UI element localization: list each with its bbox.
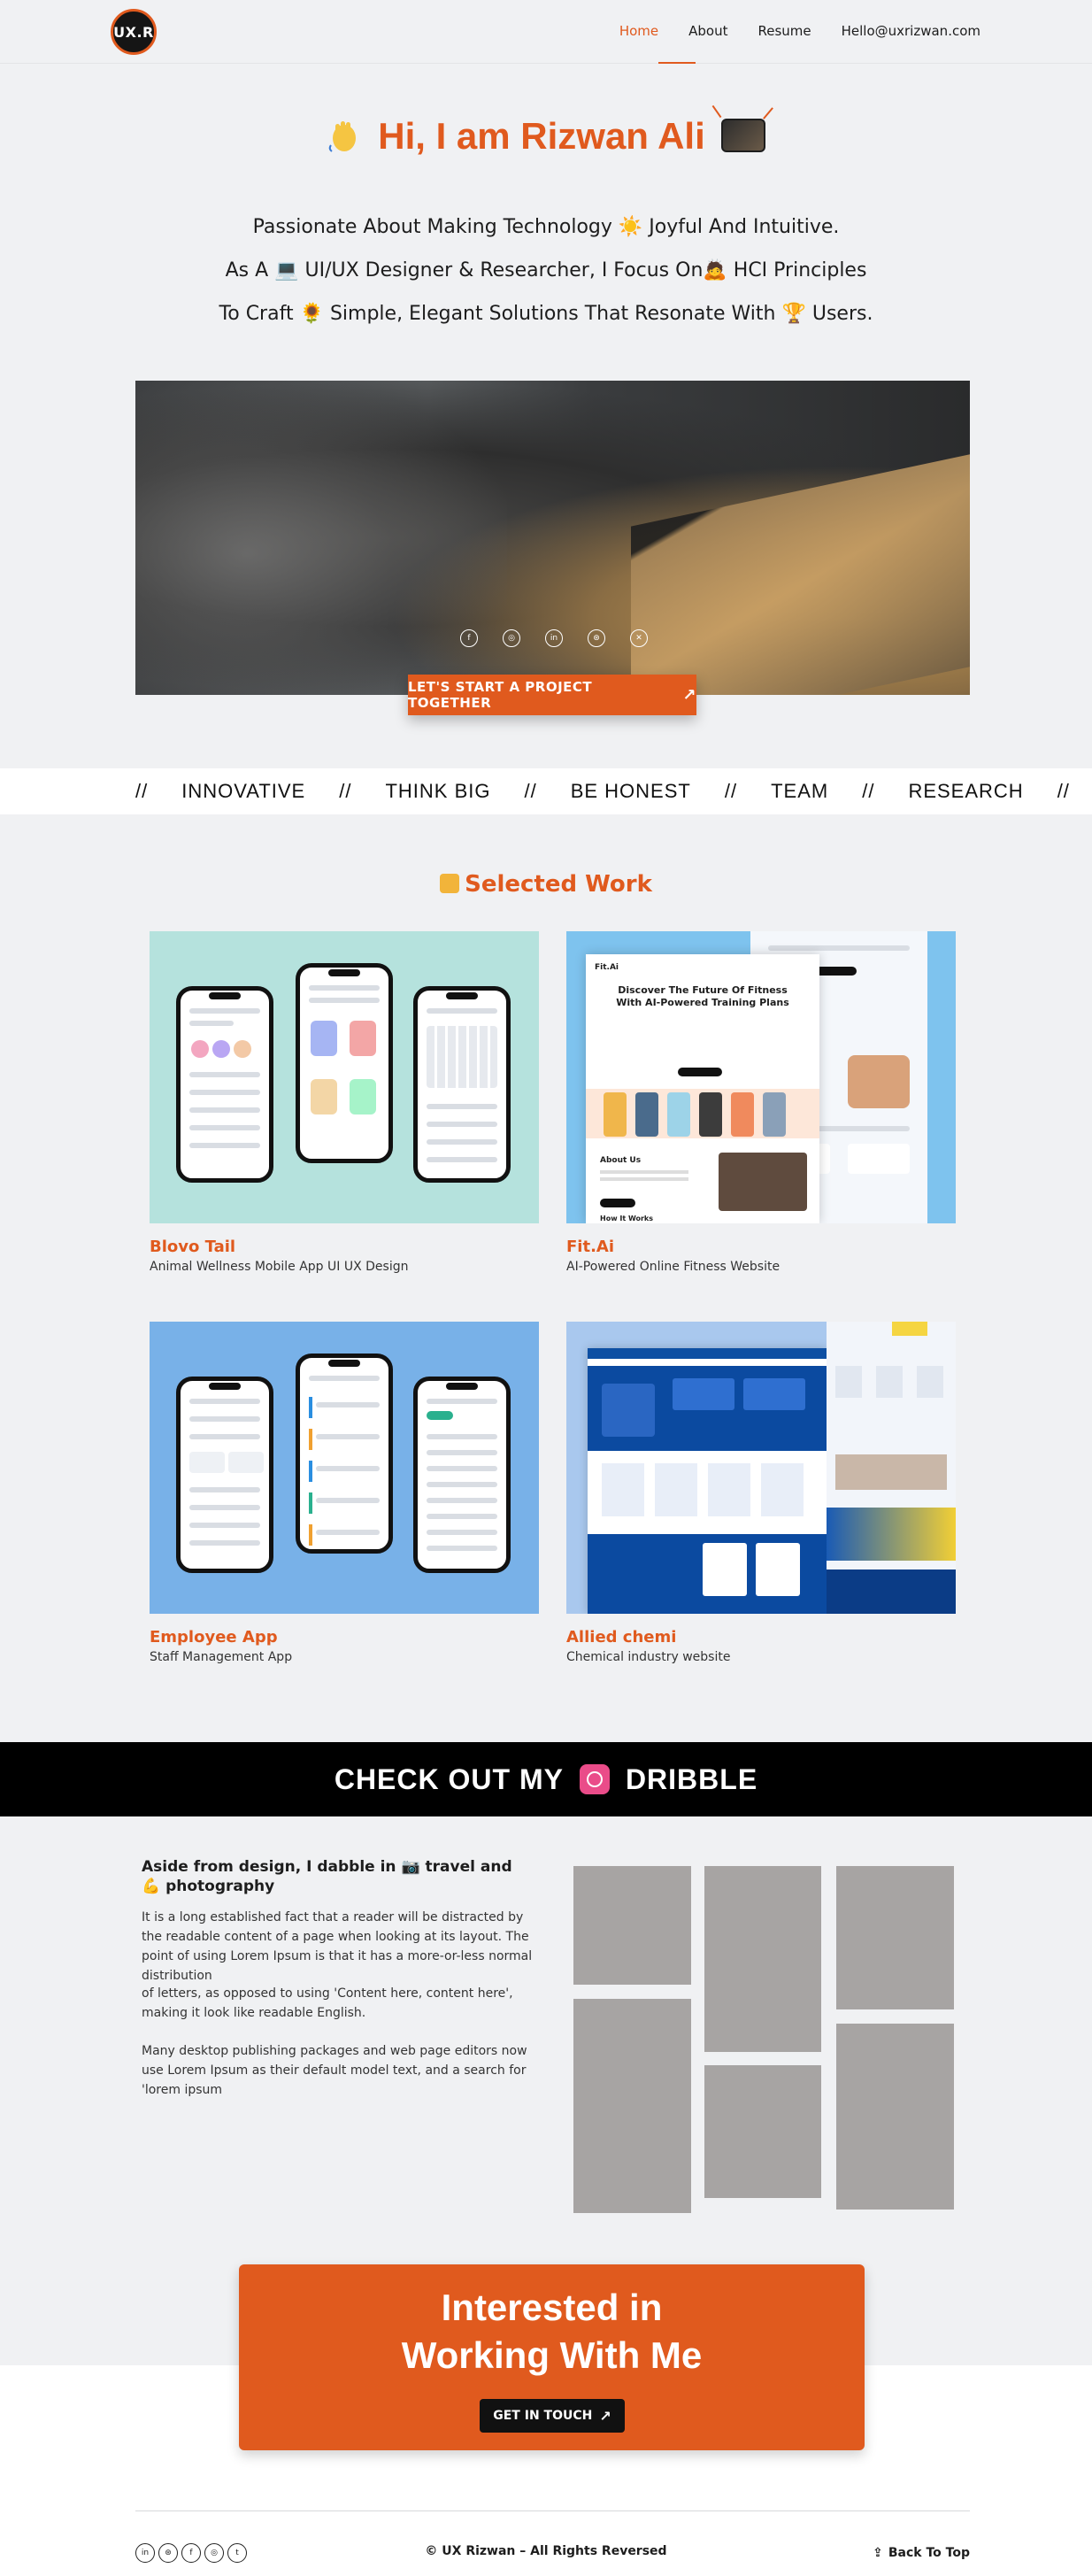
back-to-top-link[interactable]: ⇪ Back To Top (873, 2546, 970, 2560)
facebook-icon[interactable]: f (460, 629, 478, 647)
about-paragraph-2: of letters, as opposed to using 'Content… (142, 1986, 513, 2020)
cta-heading: Interested in Working With Me (239, 2284, 865, 2379)
about-heading: Aside from design, I dabble in 📷 travel … (142, 1858, 512, 1895)
project-card-allied[interactable]: Allied chemi Chemical industry website (566, 1322, 956, 1664)
project-image-allied (566, 1322, 956, 1614)
get-in-touch-label: GET IN TOUCH (493, 2409, 593, 2423)
project-title[interactable]: Fit.Ai (566, 1238, 956, 1256)
project-card-employee[interactable]: Employee App Staff Management App (150, 1322, 539, 1664)
hero-tagline-2: As A 💻 UI/UX Designer & Researcher, I Fo… (225, 259, 867, 282)
marquee-item: THINK BIG (385, 780, 491, 802)
nav-email[interactable]: Hello@uxrizwan.com (842, 23, 980, 39)
fitai-headline: Discover The Future Of Fitness With AI-P… (616, 984, 789, 1008)
gallery-photo[interactable] (704, 2065, 821, 2198)
fitai-about: About Us (600, 1156, 642, 1165)
marquee-separator: // (339, 780, 352, 802)
start-project-label: LET'S START A PROJECT TOGETHER (408, 679, 593, 711)
gallery-photo[interactable] (573, 1999, 691, 2213)
project-title[interactable]: Blovo Tail (150, 1238, 539, 1256)
values-marquee: // INNOVATIVE // THINK BIG // BE HONEST … (0, 768, 1092, 814)
project-image-employee (150, 1322, 539, 1614)
phone-mockup (296, 1354, 393, 1554)
back-to-top-label: Back To Top (888, 2546, 970, 2560)
marquee-separator: // (862, 780, 875, 802)
marquee-separator: // (1057, 780, 1070, 802)
gallery-photo[interactable] (836, 1866, 954, 2009)
project-image-fitai: Fit.Ai Discover The Future Of Fitness Wi… (566, 931, 956, 1223)
marquee-item: TEAM (771, 780, 829, 802)
linkedin-icon[interactable]: in (545, 629, 563, 647)
cta-heading-line2: Working With Me (401, 2334, 703, 2376)
marquee-separator: // (135, 780, 149, 802)
project-subtitle: Staff Management App (150, 1650, 293, 1664)
main-nav: Home About Resume Hello@uxrizwan.com (619, 23, 980, 39)
dribbble-banner-left: CHECK OUT MY (334, 1762, 564, 1795)
instagram-icon[interactable]: ◎ (503, 629, 520, 647)
website-mockup-back (827, 1322, 956, 1614)
phone-mockup (413, 986, 511, 1183)
selected-work-title: Selected Work (465, 871, 652, 898)
phone-mockup (296, 963, 393, 1163)
hero-image-person (135, 381, 507, 695)
photo-gallery (573, 1866, 954, 2213)
project-card-fitai[interactable]: Fit.Ai Discover The Future Of Fitness Wi… (566, 931, 956, 1274)
hero-tagline-1: Passionate About Making Technology ☀️ Jo… (252, 216, 840, 238)
hero-image-monitor (631, 447, 970, 695)
get-in-touch-button[interactable]: GET IN TOUCH ↗ (480, 2399, 625, 2433)
project-subtitle: Animal Wellness Mobile App UI UX Design (150, 1260, 409, 1274)
nav-resume[interactable]: Resume (757, 23, 811, 39)
dribbble-icon (579, 1764, 610, 1794)
project-subtitle: AI-Powered Online Fitness Website (566, 1260, 781, 1274)
start-project-button[interactable]: LET'S START A PROJECT TOGETHER ↗ (408, 675, 696, 715)
hero-title: Hi, I am Rizwan Ali (378, 115, 705, 157)
work-with-me-panel: Interested in Working With Me GET IN TOU… (239, 2264, 865, 2450)
avatar (711, 104, 773, 152)
nav-about[interactable]: About (688, 23, 727, 39)
dribbble-banner-right: DRIBBLE (625, 1762, 758, 1795)
cta-heading-line1: Interested in (441, 2287, 663, 2328)
x-icon[interactable]: ✕ (630, 629, 648, 647)
arrow-up-right-icon: ↗ (682, 685, 696, 705)
project-image-blovo (150, 931, 539, 1223)
hero-title-row: Hi, I am Rizwan Ali (0, 104, 1092, 158)
marquee-separator: // (524, 780, 537, 802)
marquee-item: RESEARCH (908, 780, 1024, 802)
about-paragraph-3: Many desktop publishing packages and web… (142, 2044, 527, 2097)
fitai-logo: Fit.Ai (595, 963, 619, 972)
gallery-photo[interactable] (573, 1866, 691, 1985)
nav-home[interactable]: Home (619, 23, 658, 39)
thumbs-down-icon (440, 874, 460, 893)
waving-hand-icon (328, 121, 357, 152)
dribbble-icon[interactable]: ⊛ (588, 629, 605, 647)
project-card-blovo[interactable]: Blovo Tail Animal Wellness Mobile App UI… (150, 931, 539, 1274)
gallery-photo[interactable] (704, 1866, 821, 2052)
website-mockup-front (588, 1348, 827, 1614)
marquee-separator: // (724, 780, 738, 802)
project-subtitle: Chemical industry website (566, 1650, 731, 1664)
arrow-up-right-icon: ↗ (599, 2407, 611, 2425)
fitai-how-it-works: How It Works (600, 1215, 654, 1222)
project-title[interactable]: Employee App (150, 1628, 539, 1647)
hero-tagline-3: To Craft 🌻 Simple, Elegant Solutions Tha… (219, 303, 873, 325)
footer-divider (135, 2510, 970, 2511)
phone-mockup (176, 986, 273, 1183)
phone-mockup (413, 1377, 511, 1573)
about-paragraph-1: It is a long established fact that a rea… (142, 1910, 533, 1983)
nav-active-indicator (658, 62, 696, 64)
hero-image (135, 381, 970, 695)
project-title[interactable]: Allied chemi (566, 1628, 956, 1647)
upload-arrow-icon: ⇪ (873, 2546, 883, 2560)
website-mockup-front: Fit.Ai Discover The Future Of Fitness Wi… (586, 954, 819, 1223)
gallery-photo[interactable] (836, 2024, 954, 2210)
dribbble-banner[interactable]: CHECK OUT MY DRIBBLE (0, 1742, 1092, 1816)
selected-work-heading: Selected Work (0, 871, 1092, 898)
logo[interactable]: UX.R (111, 9, 157, 55)
hero-social-links: f ◎ in ⊛ ✕ (460, 629, 648, 647)
marquee-item: INNOVATIVE (181, 780, 306, 802)
phone-mockup (176, 1377, 273, 1573)
marquee-item: BE HONEST (570, 780, 691, 802)
